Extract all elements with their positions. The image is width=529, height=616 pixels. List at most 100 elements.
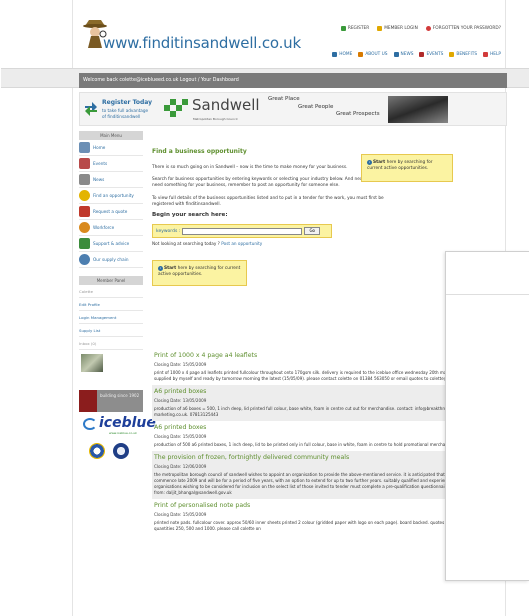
council-subtitle: Metropolitan Borough Council: [193, 117, 238, 121]
quote-icon: [79, 206, 90, 217]
sidebar-item-events[interactable]: Events: [79, 156, 143, 172]
opportunity-description: production of a6 boxes = 500, 1 inch dee…: [154, 406, 456, 417]
events-icon: [419, 52, 425, 57]
keywords-input[interactable]: [182, 227, 303, 235]
register-subtext: to take full advantage of finditinsandwe…: [102, 108, 149, 119]
business-link-logo-icon[interactable]: [89, 443, 105, 459]
keywords-label: keywords :: [156, 228, 181, 234]
panel-login-management[interactable]: Login Management: [79, 311, 143, 324]
nav-news[interactable]: NEWS: [393, 52, 413, 57]
panel-username: Colette: [79, 285, 143, 298]
register-link[interactable]: REGISTER: [340, 26, 369, 31]
sandwell-logo-icon: [164, 99, 188, 117]
lightbulb-icon: [79, 190, 90, 201]
opportunity-title[interactable]: Print of 1000 x 4 page a4 leaflets: [154, 352, 490, 359]
question-icon: [425, 26, 431, 31]
opportunity-title[interactable]: A6 printed boxes: [154, 388, 490, 395]
building-ad[interactable]: building since 1902: [79, 390, 143, 412]
overlay-panel[interactable]: [445, 251, 529, 581]
sidebar-item-supply-chain[interactable]: Our supply chain: [79, 252, 143, 268]
support-icon: [79, 238, 90, 249]
great-prospects-text: Great Prospects: [336, 111, 380, 117]
banner: Register Today to take full advantage of…: [79, 92, 507, 126]
help-icon: [483, 52, 489, 57]
sidebar-item-request-quote[interactable]: Request a quote: [79, 204, 143, 220]
site-container: www.finditinsandwell.co.uk REGISTER MEMB…: [1, 0, 529, 616]
home-icon: [332, 52, 338, 57]
main-nav: HOME ABOUT US NEWS EVENTS BENEFITS HELP: [332, 52, 501, 57]
member-panel-heading: Member Panel: [79, 276, 143, 285]
panel-supply-list[interactable]: Supply List: [79, 324, 143, 337]
opportunity-title[interactable]: The provision of frozen, fortnightly del…: [154, 454, 490, 461]
list-item[interactable]: A6 printed boxes Closing Date: 15/05/200…: [152, 421, 492, 451]
partner-logos: [79, 441, 143, 461]
building-ad-logo: [79, 390, 97, 412]
closing-date: Closing Date: 13/05/2009: [154, 398, 207, 403]
nav-help[interactable]: HELP: [483, 52, 501, 57]
register-today-link[interactable]: Register Today: [102, 99, 152, 106]
intro-text: There is so much going on in Sandwell – …: [152, 165, 348, 170]
opportunity-title[interactable]: Print of personalised note pads: [154, 502, 490, 509]
search-heading: Begin your search here:: [152, 212, 228, 219]
info-icon: i: [367, 160, 372, 165]
page-title: Find a business opportunity: [152, 148, 247, 155]
register-icon: [340, 26, 346, 31]
supply-chain-icon: [79, 254, 90, 265]
iceblue-swirl-icon: [83, 418, 97, 430]
not-looking-line: Not looking at searching today ? Post an…: [152, 241, 263, 247]
key-icon: [377, 26, 383, 31]
newspaper-icon: [79, 174, 90, 185]
search-instructions: Search for business opportunities by ent…: [152, 177, 385, 189]
nav-home[interactable]: HOME: [332, 52, 352, 57]
forgotten-password-link[interactable]: FORGOTTEN YOUR PASSWORD?: [425, 26, 501, 31]
info-icon: i: [158, 266, 163, 272]
closing-date: Closing Date: 15/05/2009: [154, 434, 207, 439]
register-arrow-icon: [85, 102, 97, 116]
closing-date: Closing Date: 15/05/2009: [154, 362, 207, 367]
post-opportunity-link[interactable]: Post an opportunity: [221, 241, 262, 246]
news-icon: [393, 52, 399, 57]
register-instructions: To view full details of the business opp…: [152, 195, 384, 207]
sidebar-item-find-opportunity[interactable]: Find an opportunity: [79, 188, 143, 204]
list-item[interactable]: Print of personalised note pads Closing …: [152, 499, 492, 535]
benefits-icon: [449, 52, 455, 57]
opportunity-description: print of 1000 x 4 page a4 leaflets print…: [154, 370, 490, 381]
building-ad-text: building since 1902: [97, 390, 143, 412]
great-place-text: Great Place: [268, 96, 300, 102]
banner-photo: [388, 96, 448, 123]
iceblue-ad[interactable]: iceblue www.iceblue.co.uk: [79, 415, 156, 435]
welcome-bar[interactable]: Welcome back colette@iceblueed.co.uk Log…: [79, 73, 507, 88]
member-avatar: [81, 354, 103, 372]
search-tip-box: i Start here by searching for current act…: [152, 260, 247, 287]
opportunity-list: Print of 1000 x 4 page a4 leaflets Closi…: [152, 349, 492, 535]
council-name: Sandwell: [192, 96, 260, 114]
iceblue-ad-url: www.iceblue.co.uk: [109, 431, 137, 435]
panel-inbox[interactable]: Inbox (0): [79, 337, 143, 350]
sidebar-item-support-advice[interactable]: Support & advice: [79, 236, 143, 252]
list-item[interactable]: A6 printed boxes Closing Date: 13/05/200…: [152, 385, 492, 421]
home-icon: [79, 142, 90, 153]
opportunity-description: printed note pads. fullcolour cover. app…: [154, 520, 490, 531]
member-login-link[interactable]: MEMBER LOGIN: [377, 26, 418, 31]
site-header: www.finditinsandwell.co.uk REGISTER MEMB…: [73, 0, 507, 68]
site-logo-text[interactable]: www.finditinsandwell.co.uk: [103, 34, 301, 52]
gear-icon: [79, 222, 90, 233]
nav-events[interactable]: EVENTS: [419, 52, 443, 57]
nav-benefits[interactable]: BENEFITS: [449, 52, 477, 57]
partner-seal-icon[interactable]: [113, 443, 129, 459]
page: www.finditinsandwell.co.uk REGISTER MEMB…: [0, 0, 529, 616]
panel-edit-profile[interactable]: Edit Profile: [79, 298, 143, 311]
list-item[interactable]: The provision of frozen, fortnightly del…: [152, 451, 492, 499]
sidebar-item-home[interactable]: Home: [79, 140, 143, 156]
opportunity-title[interactable]: A6 printed boxes: [154, 424, 490, 431]
top-utility-nav: REGISTER MEMBER LOGIN FORGOTTEN YOUR PAS…: [340, 26, 501, 31]
sidebar-item-workforce[interactable]: Workforce: [79, 220, 143, 236]
closing-date: Closing Date: 12/06/2009: [154, 464, 207, 469]
sidebar-item-news[interactable]: News: [79, 172, 143, 188]
opportunity-description: the metropolitan borough council of sand…: [154, 472, 490, 495]
search-box: keywords : Go: [152, 224, 332, 239]
nav-about-us[interactable]: ABOUT US: [358, 52, 388, 57]
go-button[interactable]: Go: [304, 227, 321, 236]
list-item[interactable]: Print of 1000 x 4 page a4 leaflets Closi…: [152, 349, 492, 385]
sidebar: Main Menu Home Events News Find an oppor…: [79, 131, 156, 461]
